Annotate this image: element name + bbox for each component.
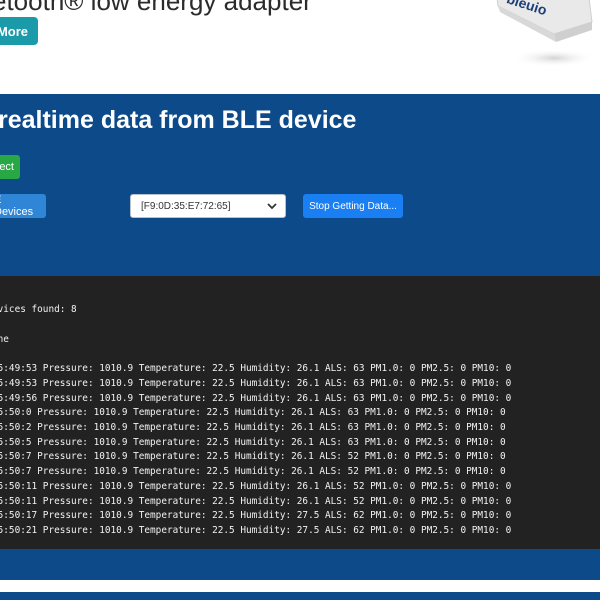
- console-line: 15:50:2 Pressure: 1010.9 Temperature: 22…: [0, 422, 506, 433]
- scan-devices-button[interactable]: E Devices: [0, 194, 46, 218]
- console-output: evices found: 8 one 15:49:53 Pressure: 1…: [0, 276, 600, 549]
- next-section-strip: [0, 592, 600, 600]
- more-button[interactable]: More: [0, 17, 38, 45]
- device-select-value: [F9:0D:35:E7:72:65]: [141, 200, 231, 212]
- device-select[interactable]: [F9:0D:35:E7:72:65]: [130, 194, 286, 218]
- section-divider: [0, 580, 600, 592]
- console-line: 15:50:5 Pressure: 1010.9 Temperature: 22…: [0, 437, 506, 448]
- panel-footer-strip: [0, 549, 600, 580]
- console-line: 15:49:53 Pressure: 1010.9 Temperature: 2…: [0, 378, 512, 389]
- page: etooth® low energy adapter More bleuio r…: [0, 0, 600, 600]
- console-line: 15:50:0 Pressure: 1010.9 Temperature: 22…: [0, 407, 506, 418]
- console-line: 15:49:56 Pressure: 1010.9 Temperature: 2…: [0, 393, 512, 404]
- console-line: 15:50:7 Pressure: 1010.9 Temperature: 22…: [0, 451, 506, 462]
- hero-title: etooth® low energy adapter: [0, 0, 312, 16]
- console-line: evices found: 8: [0, 304, 77, 315]
- stop-getting-data-button[interactable]: Stop Getting Data...: [303, 194, 403, 218]
- usb-dongle-icon: bleuio: [496, 0, 596, 67]
- connect-button[interactable]: ect: [0, 155, 20, 179]
- console-line: 15:50:11 Pressure: 1010.9 Temperature: 2…: [0, 481, 512, 492]
- panel-heading: realtime data from BLE device: [0, 106, 357, 134]
- chevron-down-icon: [267, 203, 277, 210]
- realtime-data-panel: realtime data from BLE device ect E Devi…: [0, 94, 600, 276]
- console-line: 15:50:11 Pressure: 1010.9 Temperature: 2…: [0, 496, 512, 507]
- hero-section: etooth® low energy adapter More bleuio: [0, 0, 600, 94]
- console-line: 15:50:21 Pressure: 1010.9 Temperature: 2…: [0, 525, 512, 536]
- console-line: 15:50:17 Pressure: 1010.9 Temperature: 2…: [0, 510, 512, 521]
- console-line: one: [0, 334, 9, 345]
- console-line: 15:50:7 Pressure: 1010.9 Temperature: 22…: [0, 466, 506, 477]
- console-line: 15:49:53 Pressure: 1010.9 Temperature: 2…: [0, 363, 512, 374]
